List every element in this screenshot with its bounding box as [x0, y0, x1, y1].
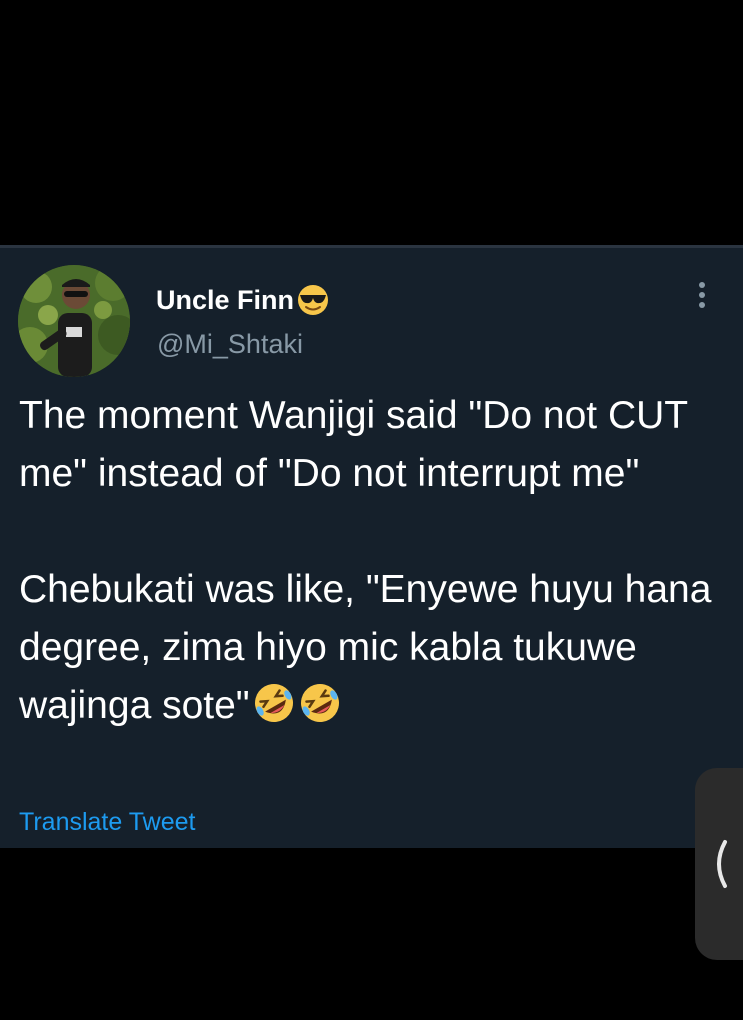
tweet-paragraph-text: Chebukati was like, "Enyewe huyu hana de… [19, 568, 712, 727]
tweet-card[interactable]: Uncle Finn @Mi_Shtaki The moment Wanjigi… [0, 248, 743, 848]
user-handle[interactable]: @Mi_Shtaki [157, 329, 303, 360]
edge-panel-handle[interactable] [695, 768, 743, 960]
tweet-paragraph: Chebukati was like, "Enyewe huyu hana de… [19, 561, 724, 735]
translate-tweet-link[interactable]: Translate Tweet [19, 808, 195, 837]
avatar[interactable] [18, 265, 130, 377]
avatar-photo [18, 265, 130, 377]
display-name[interactable]: Uncle Finn [156, 283, 330, 317]
tweet-paragraph: The moment Wanjigi said "Do not CUT me" … [19, 394, 688, 495]
vertical-ellipsis-icon[interactable] [690, 282, 714, 318]
display-name-text: Uncle Finn [156, 284, 295, 315]
rolling-on-the-floor-laughing-icon [298, 681, 342, 725]
rolling-on-the-floor-laughing-icon [252, 681, 296, 725]
screenshot-page: Uncle Finn @Mi_Shtaki The moment Wanjigi… [0, 0, 743, 1020]
smiling-face-with-sunglasses-icon [296, 283, 330, 317]
tweet-body: The moment Wanjigi said "Do not CUT me" … [19, 387, 724, 735]
chevron-left-icon [717, 840, 727, 888]
